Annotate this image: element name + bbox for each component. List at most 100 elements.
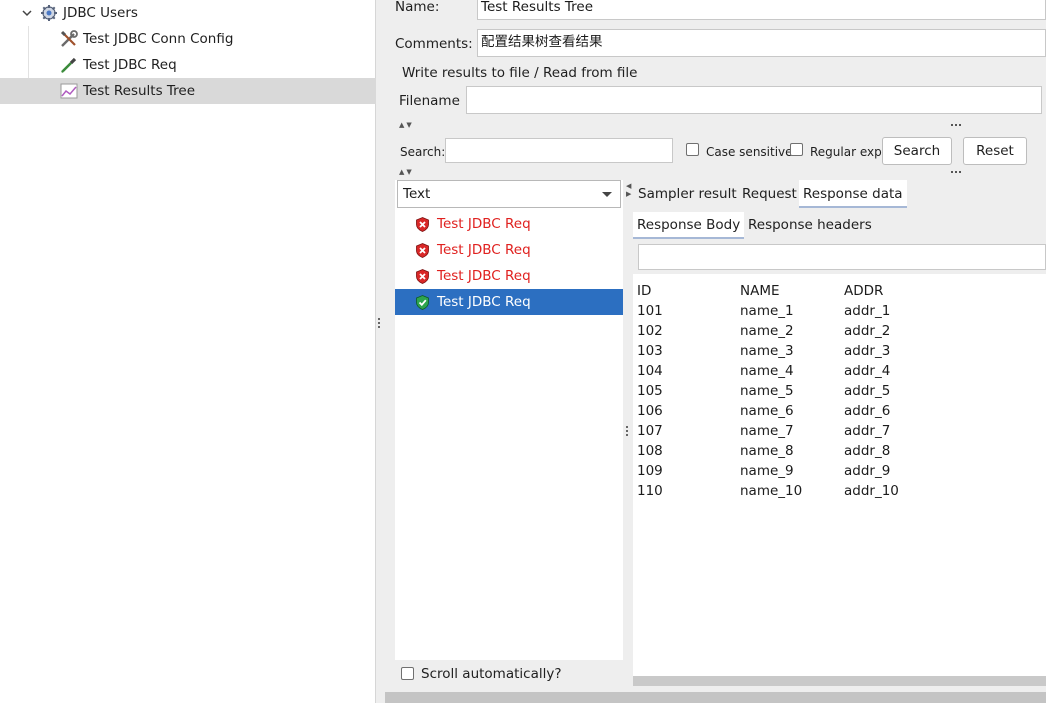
result-item[interactable]: Test JDBC Req xyxy=(395,263,623,289)
response-row: 101 name_1 addr_1 xyxy=(637,301,899,321)
tree-item-results-tree[interactable]: Test Results Tree xyxy=(0,78,376,104)
tree-item-label: Test JDBC Req xyxy=(83,57,177,73)
response-cell: name_9 xyxy=(740,463,794,479)
inner-splitter[interactable]: ◀ ▶ xyxy=(623,180,633,688)
filename-label: Filename xyxy=(399,93,460,109)
collapse-arrows-icon[interactable]: ◀ ▶ xyxy=(626,182,631,198)
renderer-select[interactable]: Text xyxy=(397,180,621,208)
name-label: Name: xyxy=(395,0,440,15)
tab-response-headers[interactable]: Response headers xyxy=(748,217,872,233)
response-cell: addr_4 xyxy=(844,363,891,379)
response-cell: NAME xyxy=(740,283,780,299)
result-item[interactable]: Test JDBC Req xyxy=(395,211,623,237)
drag-handle-icon xyxy=(951,124,961,126)
response-cell: name_4 xyxy=(740,363,794,379)
gear-icon xyxy=(40,4,58,22)
tree-item-conn-config[interactable]: Test JDBC Conn Config xyxy=(0,26,376,52)
section-splitter[interactable]: ▲▼ xyxy=(395,168,1046,177)
collapse-arrows-icon[interactable]: ▲▼ xyxy=(399,168,414,177)
tree-item-jdbc-req[interactable]: Test JDBC Req xyxy=(0,52,376,78)
response-cell: name_8 xyxy=(740,443,794,459)
response-row: 106 name_6 addr_6 xyxy=(637,401,899,421)
error-shield-icon xyxy=(415,242,430,258)
success-shield-icon xyxy=(415,294,430,310)
response-cell: ID xyxy=(637,283,652,299)
response-cell: addr_1 xyxy=(844,303,891,319)
response-cell: addr_5 xyxy=(844,383,891,399)
response-cell: name_7 xyxy=(740,423,794,439)
horizontal-scrollbar[interactable] xyxy=(633,676,1046,686)
drag-handle-icon xyxy=(951,171,961,173)
sample-result-list: Text Test JDBC Req Test JDBC Req Test JD… xyxy=(395,180,623,688)
response-cell: addr_6 xyxy=(844,403,891,419)
tree-item-label: Test Results Tree xyxy=(83,83,196,99)
comments-field[interactable]: 配置结果树查看结果 xyxy=(477,29,1046,57)
response-table: ID NAME ADDR 101 name_1 addr_1 102 name_2 addr_2… xyxy=(637,281,899,501)
case-sensitive-label: Case sensitive xyxy=(706,145,793,159)
response-header-row: ID NAME ADDR xyxy=(637,281,899,301)
response-cell: 110 xyxy=(637,483,663,499)
response-cell: name_6 xyxy=(740,403,794,419)
dropdown-arrow-icon xyxy=(602,192,612,197)
drag-handle-icon xyxy=(378,318,381,330)
error-shield-icon xyxy=(415,268,430,284)
response-cell: addr_2 xyxy=(844,323,891,339)
response-cell: addr_9 xyxy=(844,463,891,479)
scroll-auto-checkbox[interactable] xyxy=(401,667,414,680)
section-splitter[interactable]: ▲▼ xyxy=(395,121,1046,130)
response-row: 105 name_5 addr_5 xyxy=(637,381,899,401)
response-cell: name_1 xyxy=(740,303,794,319)
result-item[interactable]: Test JDBC Req xyxy=(395,237,623,263)
response-row: 107 name_7 addr_7 xyxy=(637,421,899,441)
search-label: Search: xyxy=(400,145,446,159)
pipette-icon xyxy=(60,56,78,74)
regex-checkbox[interactable] xyxy=(790,143,803,156)
wrench-icon xyxy=(60,30,78,48)
search-button[interactable]: Search xyxy=(882,137,952,165)
name-field[interactable]: Test Results Tree xyxy=(477,0,1046,20)
response-cell: name_10 xyxy=(740,483,803,499)
response-row: 102 name_2 addr_2 xyxy=(637,321,899,341)
response-row: 110 name_10 addr_10 xyxy=(637,481,899,501)
result-item-selected[interactable]: Test JDBC Req xyxy=(395,289,623,315)
response-cell: name_3 xyxy=(740,343,794,359)
bottom-scrollbar[interactable] xyxy=(385,692,1046,703)
tree-item-jdbc-users[interactable]: JDBC Users xyxy=(0,0,376,26)
response-cell: 109 xyxy=(637,463,663,479)
tab-sampler-result[interactable]: Sampler result xyxy=(638,186,737,202)
response-cell: addr_7 xyxy=(844,423,891,439)
scroll-auto-row: Scroll automatically? xyxy=(395,660,623,688)
response-cell: 106 xyxy=(637,403,663,419)
regex-label: Regular exp. xyxy=(810,145,886,159)
response-row: 103 name_3 addr_3 xyxy=(637,341,899,361)
response-cell: 108 xyxy=(637,443,663,459)
vertical-splitter[interactable] xyxy=(376,0,385,703)
response-row: 108 name_8 addr_8 xyxy=(637,441,899,461)
tab-request[interactable]: Request xyxy=(742,186,797,202)
response-cell: name_5 xyxy=(740,383,794,399)
response-cell: addr_3 xyxy=(844,343,891,359)
collapse-arrows-icon[interactable]: ▲▼ xyxy=(399,121,414,130)
comments-label: Comments: xyxy=(395,36,473,52)
case-sensitive-checkbox[interactable] xyxy=(686,143,699,156)
response-cell: 102 xyxy=(637,323,663,339)
tab-response-data[interactable]: Response data xyxy=(799,180,907,208)
tree-item-label: JDBC Users xyxy=(63,5,138,21)
response-body[interactable]: ID NAME ADDR 101 name_1 addr_1 102 name_2 addr_2… xyxy=(633,274,1046,686)
response-cell: 103 xyxy=(637,343,663,359)
response-cell: 107 xyxy=(637,423,663,439)
test-plan-tree: JDBC Users Test JDBC Conn Config Test JD… xyxy=(0,0,376,703)
filename-field[interactable] xyxy=(466,86,1042,114)
response-cell: addr_10 xyxy=(844,483,899,499)
results-tree-panel: Name: Test Results Tree Comments: 配置结果树查… xyxy=(385,0,1046,703)
scroll-auto-label: Scroll automatically? xyxy=(421,666,562,682)
response-cell: name_2 xyxy=(740,323,794,339)
reset-button[interactable]: Reset xyxy=(963,137,1027,165)
response-filter-input[interactable] xyxy=(638,244,1046,270)
chart-icon xyxy=(60,82,78,100)
result-item-label: Test JDBC Req xyxy=(437,216,531,232)
tab-response-body[interactable]: Response Body xyxy=(633,212,745,239)
search-input[interactable] xyxy=(445,138,673,163)
chevron-down-icon[interactable] xyxy=(20,6,34,20)
result-item-label: Test JDBC Req xyxy=(437,294,531,310)
